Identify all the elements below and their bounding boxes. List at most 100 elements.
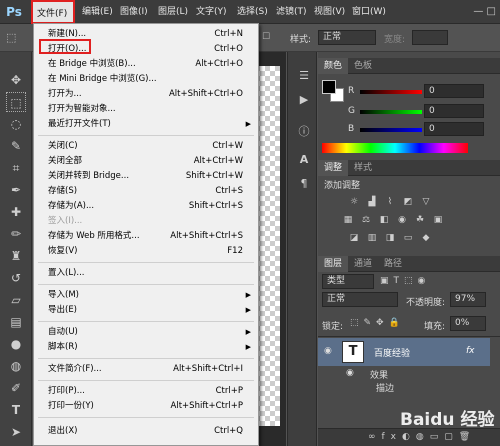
g-value[interactable]: 0 (424, 104, 484, 118)
type-tool-icon[interactable]: T (6, 400, 26, 420)
crop-tool-icon[interactable]: ⌗ (6, 158, 26, 178)
menu-item-save-for-web[interactable]: 存储为 Web 所用格式... Alt+Shift+Ctrl+S (35, 229, 257, 244)
r-slider[interactable] (360, 90, 422, 94)
stroke-label[interactable]: 描边 (376, 381, 394, 394)
menu-item-close-go-bridge[interactable]: 关闭并转到 Bridge... Shift+Ctrl+W (35, 169, 257, 184)
r-value[interactable]: 0 (424, 84, 484, 98)
selective-color-icon[interactable]: ◆ (420, 232, 432, 244)
actions-play-icon[interactable]: ▶ (296, 92, 312, 108)
pen-tool-icon[interactable]: ✐ (6, 378, 26, 398)
tab-swatches[interactable]: 色板 (348, 58, 378, 74)
layer-name[interactable]: 百度经验 (374, 346, 410, 359)
menu-filter[interactable]: 滤镜(T) (272, 0, 311, 24)
tab-color[interactable]: 颜色 (318, 58, 349, 74)
window-controls[interactable]: — □ (473, 0, 496, 24)
fx-icon[interactable]: fx (466, 346, 475, 356)
gradient-map-icon[interactable]: ▭ (402, 232, 414, 244)
menu-item-import[interactable]: 导入(M) ▶ (35, 288, 257, 303)
color-spectrum[interactable] (322, 143, 468, 153)
menu-file[interactable]: 文件(F) (31, 0, 75, 24)
history-brush-tool-icon[interactable]: ↺ (6, 268, 26, 288)
info-icon[interactable]: ⓘ (296, 124, 312, 140)
menu-select[interactable]: 选择(S) (233, 0, 272, 24)
layers-footer-icons[interactable]: ∞fx◐◍▭▢🗑 (368, 432, 476, 442)
clone-stamp-tool-icon[interactable]: ♜ (6, 246, 26, 266)
brush-tool-icon[interactable]: ✏ (6, 224, 26, 244)
tab-paths[interactable]: 路径 (378, 256, 408, 272)
menu-item-automate[interactable]: 自动(U) ▶ (35, 325, 257, 340)
effect-eye-icon[interactable]: ◉ (346, 368, 354, 378)
blur-tool-icon[interactable]: ● (6, 334, 26, 354)
blend-mode-select[interactable]: 正常 (322, 292, 398, 307)
menu-item-close[interactable]: 关闭(C) Ctrl+W (35, 139, 257, 154)
hue-icon[interactable]: ▦ (342, 214, 354, 226)
quick-select-tool-icon[interactable]: ✎ (6, 136, 26, 156)
paragraph-icon[interactable]: ¶ (296, 176, 312, 192)
menu-item-print[interactable]: 打印(P)... Ctrl+P (35, 384, 257, 399)
invert-icon[interactable]: ◪ (348, 232, 360, 244)
menu-item-mini-bridge[interactable]: 在 Mini Bridge 中浏览(G)... (35, 72, 257, 87)
b-value[interactable]: 0 (424, 122, 484, 136)
menu-item-save[interactable]: 存储(S) Ctrl+S (35, 184, 257, 199)
brightness-icon[interactable]: ☼ (348, 196, 360, 208)
g-slider[interactable] (360, 110, 422, 114)
width-input[interactable] (412, 30, 448, 45)
effects-label[interactable]: 效果 (370, 368, 388, 381)
menu-item-export[interactable]: 导出(E) ▶ (35, 303, 257, 318)
balance-icon[interactable]: ⚖ (360, 214, 372, 226)
menu-item-open-as[interactable]: 打开为... Alt+Shift+Ctrl+O (35, 87, 257, 102)
path-select-tool-icon[interactable]: ➤ (6, 422, 26, 442)
gradient-tool-icon[interactable]: ▤ (6, 312, 26, 332)
menu-item-exit[interactable]: 退出(X) Ctrl+Q (35, 424, 257, 439)
levels-icon[interactable]: ▟ (366, 196, 378, 208)
tab-layers[interactable]: 图层 (318, 256, 349, 272)
menu-item-browse-bridge[interactable]: 在 Bridge 中浏览(B)... Alt+Ctrl+O (35, 57, 257, 72)
b-slider[interactable] (360, 128, 422, 132)
fill-input[interactable]: 0% (450, 316, 486, 331)
marquee-tool-icon[interactable]: ⬚ (6, 31, 16, 44)
menu-item-scripts[interactable]: 脚本(R) ▶ (35, 340, 257, 355)
layer-filter-kind[interactable]: 类型 (322, 274, 374, 289)
threshold-icon[interactable]: ◨ (384, 232, 396, 244)
menu-item-place[interactable]: 置入(L)... (35, 266, 257, 281)
lock-icons[interactable]: ⬚✎✥🔒 (350, 318, 405, 328)
history-icon[interactable]: ☰ (296, 68, 312, 84)
opacity-input[interactable]: 97% (450, 292, 486, 307)
anti-alias-icon[interactable]: ☐ (262, 32, 270, 42)
tab-styles[interactable]: 样式 (348, 160, 378, 176)
style-select[interactable]: 正常 (318, 30, 376, 45)
photo-filter-icon[interactable]: ◉ (396, 214, 408, 226)
menu-item-revert[interactable]: 恢复(V) F12 (35, 244, 257, 259)
mixer-icon[interactable]: ☘ (414, 214, 426, 226)
menu-item-print-one[interactable]: 打印一份(Y) Alt+Shift+Ctrl+P (35, 399, 257, 414)
exposure-icon[interactable]: ◩ (402, 196, 414, 208)
menu-item-recent[interactable]: 最近打开文件(T) ▶ (35, 117, 257, 132)
curves-icon[interactable]: ⌇ (384, 196, 396, 208)
vibrance-icon[interactable]: ▽ (420, 196, 432, 208)
menu-layer[interactable]: 图层(L) (154, 0, 192, 24)
posterize-icon[interactable]: ▥ (366, 232, 378, 244)
foreground-color-swatch-top[interactable] (322, 80, 336, 94)
menu-item-save-as[interactable]: 存储为(A)... Shift+Ctrl+S (35, 199, 257, 214)
menu-item-open-smart-object[interactable]: 打开为智能对象... (35, 102, 257, 117)
menu-window[interactable]: 窗口(W) (348, 0, 390, 24)
eraser-tool-icon[interactable]: ▱ (6, 290, 26, 310)
dodge-tool-icon[interactable]: ◍ (6, 356, 26, 376)
menu-item-file-info[interactable]: 文件简介(F)... Alt+Shift+Ctrl+I (35, 362, 257, 377)
eye-icon[interactable]: ◉ (324, 346, 332, 356)
menu-image[interactable]: 图像(I) (116, 0, 152, 24)
layer-filter-icons[interactable]: ▣T⬚◉ (380, 276, 430, 286)
marquee-tool-icon[interactable]: ⬚ (6, 92, 26, 112)
tab-adjustments[interactable]: 调整 (318, 160, 349, 176)
healing-brush-tool-icon[interactable]: ✚ (6, 202, 26, 222)
menu-view[interactable]: 视图(V) (310, 0, 349, 24)
menu-item-close-all[interactable]: 关闭全部 Alt+Ctrl+W (35, 154, 257, 169)
tab-channels[interactable]: 通道 (348, 256, 378, 272)
character-icon[interactable]: A (296, 152, 312, 168)
eyedropper-tool-icon[interactable]: ✒ (6, 180, 26, 200)
menu-type[interactable]: 文字(Y) (192, 0, 231, 24)
move-tool-icon[interactable]: ✥ (6, 70, 26, 90)
lookup-icon[interactable]: ▣ (432, 214, 444, 226)
lasso-tool-icon[interactable]: ◌ (6, 114, 26, 134)
bw-icon[interactable]: ◧ (378, 214, 390, 226)
